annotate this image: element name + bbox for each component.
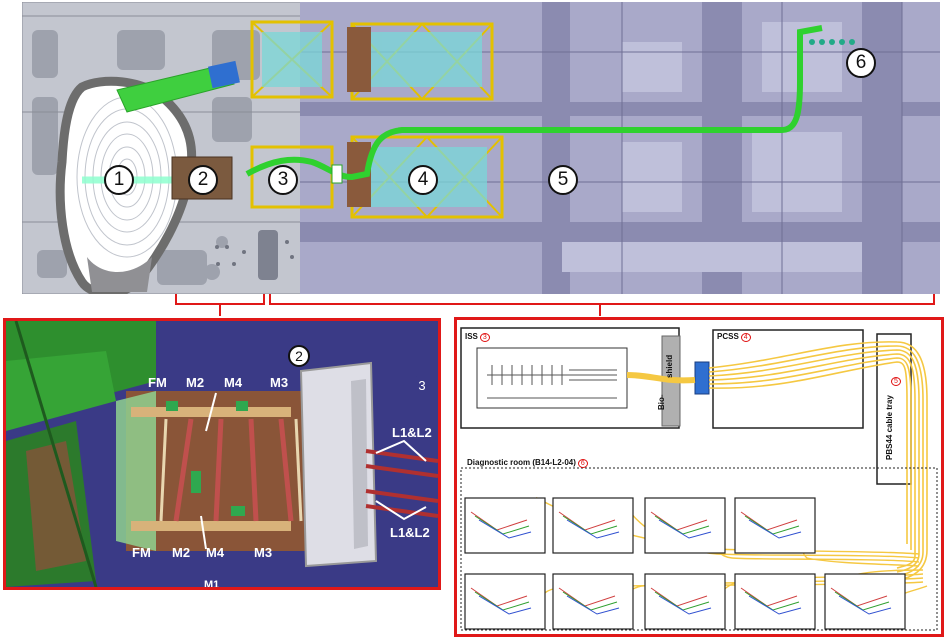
detail-label-2: 2 [288, 345, 310, 367]
diag-room-title: Diagnostic room (B14-L2-04) 6 [467, 458, 588, 468]
pcss-title: PCSS 4 [717, 332, 751, 342]
bottom-label-fm: FM [132, 545, 151, 560]
bottom-label-m2: M2 [172, 545, 191, 560]
label-l1l2-top: L1&L2 [392, 425, 432, 440]
top-label-m3: M3 [270, 375, 289, 390]
diag-room-number: 6 [577, 459, 588, 468]
schematic-drawing [460, 327, 938, 631]
label-m1: M1 [204, 579, 220, 590]
iss-number: 3 [479, 333, 490, 342]
label-l1l2-bottom: L1&L2 [390, 525, 430, 540]
bioshield-shield: shield [665, 354, 674, 378]
schematic-panel: ISS 3 PCSS 4 Bio- shield PBS44 cable tray … [454, 317, 944, 637]
red-brackets [175, 294, 935, 316]
pcss-number: 4 [740, 333, 751, 342]
top-label-m2: M2 [186, 375, 205, 390]
pcss-title-text: PCSS [717, 332, 739, 341]
cable-tray-number-text: 5 [891, 377, 901, 386]
detail-panel: 2 3 FM M2 M4 M3 FM M2 M4 M3 M1 L1&L2 L1&… [3, 318, 441, 590]
diag-room-text: Diagnostic room (B14-L2-04) [467, 458, 576, 467]
top-label-m4: M4 [224, 375, 243, 390]
iss-title: ISS 3 [465, 332, 490, 342]
iss-title-text: ISS [465, 332, 478, 341]
cable-tray-label: PBS44 cable tray [885, 395, 894, 460]
bottom-label-m4: M4 [206, 545, 225, 560]
detail-label-3: 3 [412, 375, 432, 395]
bottom-label-m3: M3 [254, 545, 273, 560]
cable-tray-number: 5 [889, 376, 901, 386]
bioshield-bio: Bio- [657, 394, 666, 410]
top-label-fm: FM [148, 375, 167, 390]
